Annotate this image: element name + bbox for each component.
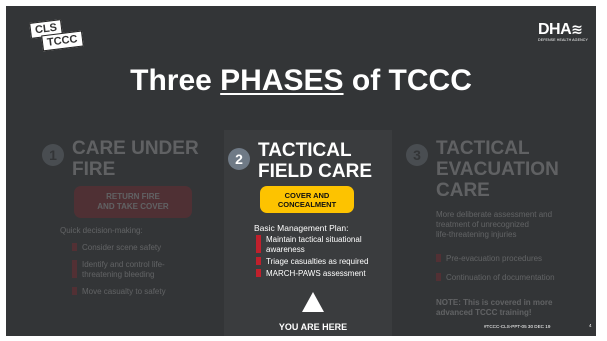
cover-concealment-pill: COVER AND CONCEALMENT — [260, 186, 354, 213]
cls-tccc-logo: CLS TCCC — [29, 19, 86, 53]
phase-2-list: Maintain tactical situational awareness T… — [256, 235, 368, 279]
phase-1-number-badge: 1 — [42, 144, 64, 166]
list-item: Move casualty to safety — [72, 287, 166, 297]
agency-name: DEFENSE HEALTH AGENCY — [538, 38, 588, 42]
phase-3-heading-line-3: CARE — [436, 180, 490, 201]
list-item: Identify and control life-threatening bl… — [72, 260, 166, 280]
you-are-here-arrow-icon — [302, 292, 324, 312]
phase-1-heading: CARE UNDER FIRE — [72, 138, 199, 180]
phase-2-heading-line-1: TACTICAL — [258, 140, 352, 161]
phase-1-intro: Quick decision-making: — [60, 226, 143, 235]
pill-line-1: COVER AND — [284, 190, 330, 200]
slide: CLS TCCC DHA≋ DEFENSE HEALTH AGENCY Thre… — [6, 6, 596, 336]
phase-3-number-badge: 3 — [406, 144, 428, 166]
list-item: MARCH-PAWS assessment — [256, 269, 368, 279]
phase-3-heading-line-2: EVACUATION — [436, 159, 559, 180]
dha-mark: DHA — [538, 21, 572, 38]
phase-3-heading: TACTICAL EVACUATION CARE — [436, 138, 559, 201]
title-suffix: of TCCC — [343, 64, 472, 97]
dha-wave-icon: ≋ — [571, 21, 583, 37]
you-are-here-label: YOU ARE HERE — [278, 322, 348, 332]
phase-3-list: Pre-evacuation procedures Continuation o… — [436, 254, 555, 283]
phase-1-heading-line-1: CARE UNDER — [72, 138, 199, 159]
phase-2-heading: TACTICAL FIELD CARE — [258, 140, 372, 182]
list-item: Continuation of documentation — [436, 273, 555, 283]
page-number: 4 — [589, 323, 592, 328]
phase-2-number-badge: 2 — [228, 148, 250, 170]
phase-3-heading-line-1: TACTICAL — [436, 138, 530, 159]
dha-logo: DHA≋ DEFENSE HEALTH AGENCY — [538, 21, 590, 45]
list-item: Triage casualties as required — [256, 257, 368, 267]
logo-line-2: TCCC — [41, 30, 84, 52]
title-emphasis: PHASES — [220, 64, 344, 97]
slide-footer: #TCCC-CLS-PPT-05 30 DEC 19 — [484, 324, 551, 329]
return-fire-line-1: RETURN FIRE — [106, 192, 160, 201]
phase-2-heading-line-2: FIELD CARE — [258, 161, 372, 182]
phase-3-description: More deliberate assessment and treatment… — [436, 210, 553, 239]
phase-1-list: Consider scene safety Identify and contr… — [72, 243, 166, 297]
phase-2-intro: Basic Management Plan: — [254, 223, 349, 233]
list-item: Consider scene safety — [72, 243, 166, 253]
phase-1-heading-line-2: FIRE — [72, 159, 116, 180]
return-fire-line-2: AND TAKE COVER — [97, 202, 169, 211]
title-prefix: Three — [130, 64, 221, 97]
slide-title: Three PHASES of TCCC — [6, 64, 596, 98]
pill-line-2: CONCEALMENT — [277, 199, 337, 209]
return-fire-button: RETURN FIRE AND TAKE COVER — [74, 186, 192, 218]
phase-3-note: NOTE: This is covered in more advanced T… — [436, 298, 553, 317]
list-item: Pre-evacuation procedures — [436, 254, 555, 264]
list-item: Maintain tactical situational awareness — [256, 235, 368, 255]
